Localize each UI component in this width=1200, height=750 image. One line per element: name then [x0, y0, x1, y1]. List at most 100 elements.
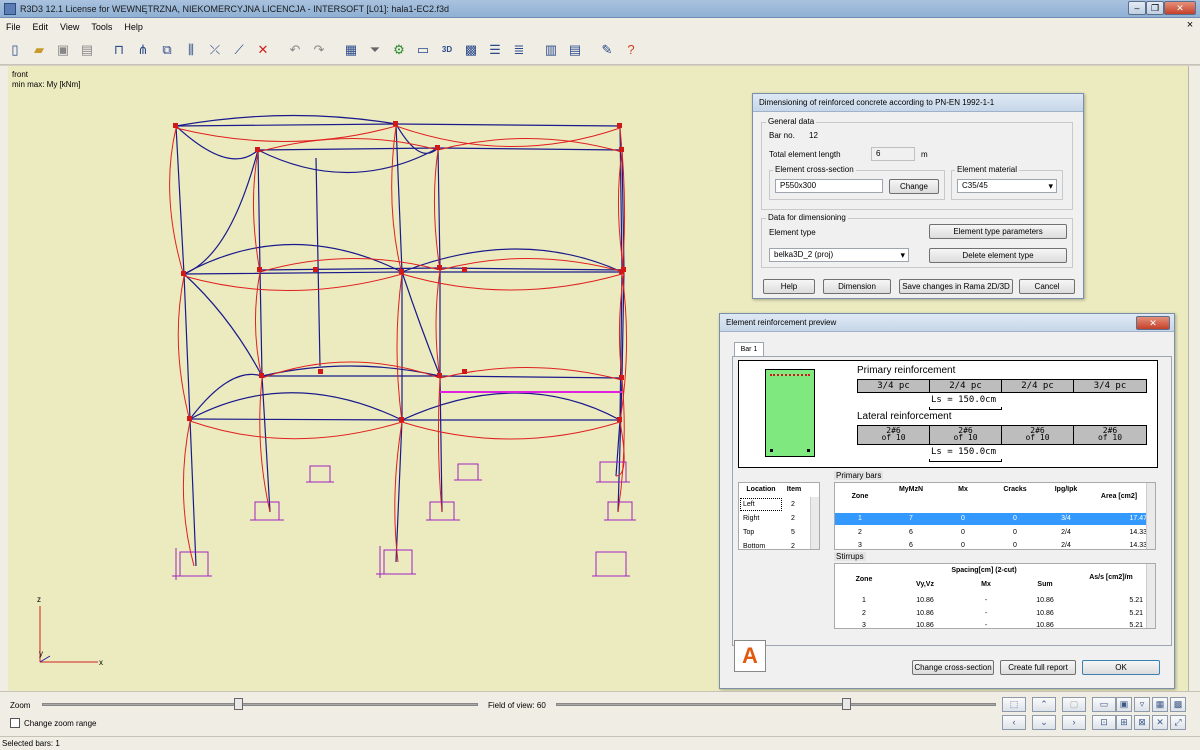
as-header: As/s [cm2]/m — [1089, 574, 1133, 581]
report-icon[interactable]: ▤ — [564, 39, 586, 61]
zoom-slider[interactable] — [42, 703, 478, 706]
stirrups-table[interactable]: Zone Spacing[cm] (2-cut) Vy,Vz Mx Sum As… — [834, 563, 1156, 629]
primary-scrollbar[interactable] — [1146, 483, 1155, 549]
element-type-select[interactable]: belka3D_2 (proj) — [769, 248, 909, 262]
table-row[interactable]: Top — [743, 529, 754, 536]
select-icon[interactable]: ⟋ — [228, 39, 250, 61]
3d-icon[interactable]: 3D — [436, 39, 458, 61]
save-icon[interactable]: ▣ — [52, 39, 74, 61]
delete-element-type-button[interactable]: Delete element type — [929, 248, 1067, 263]
maximize-button[interactable]: ❐ — [1146, 1, 1164, 15]
menu-tools[interactable]: Tools — [85, 22, 118, 32]
table-cell: 0 — [961, 542, 965, 549]
help-icon[interactable]: ? — [620, 39, 642, 61]
menu-view[interactable]: View — [54, 22, 85, 32]
calculate-icon[interactable]: ⚙ — [388, 39, 410, 61]
calculator-icon[interactable]: ▥ — [540, 39, 562, 61]
cross-section-label: Element cross-section — [773, 165, 856, 174]
rotate-up-icon[interactable]: ⌃ — [1032, 697, 1056, 712]
menu-file[interactable]: File — [0, 22, 27, 32]
table-cell: 5.21 — [1129, 622, 1143, 629]
dimension-button[interactable]: Dimension — [823, 279, 891, 294]
item-header: Item — [786, 486, 802, 493]
edit-bars-icon[interactable]: ⤫ — [204, 39, 226, 61]
element-type-parameters-button[interactable]: Element type parameters — [929, 224, 1067, 239]
change-cross-section-button[interactable]: Change cross-section — [912, 660, 994, 675]
table-cell: 10.86 — [1036, 597, 1054, 604]
reset-view-icon[interactable]: ⊡ — [1092, 715, 1116, 730]
settings-icon[interactable]: ✎ — [596, 39, 618, 61]
save-changes-button[interactable]: Save changes in Rama 2D/3D — [899, 279, 1013, 294]
view-1-icon[interactable]: ▣ — [1116, 697, 1132, 712]
preview-close-button[interactable]: ✕ — [1136, 316, 1170, 330]
location-scrollbar[interactable] — [810, 497, 819, 549]
copy-icon[interactable]: ⧉ — [156, 39, 178, 61]
create-report-button[interactable]: Create full report — [1000, 660, 1076, 675]
print-icon[interactable]: ▤ — [76, 39, 98, 61]
fov-slider[interactable] — [556, 703, 996, 706]
change-cross-section-button[interactable]: Change — [889, 179, 939, 194]
ok-button[interactable]: OK — [1082, 660, 1160, 675]
fov-label: Field of view: 60 — [488, 701, 546, 710]
view-5-icon[interactable]: ⊞ — [1116, 715, 1132, 730]
material-select[interactable]: C35/45 — [957, 179, 1057, 193]
view-2-icon[interactable]: ▿ — [1134, 697, 1150, 712]
zoom-range-checkbox[interactable] — [10, 718, 20, 728]
table-icon[interactable]: ▦ — [340, 39, 362, 61]
open-folder-icon[interactable]: ▰ — [28, 39, 50, 61]
stirrups-scrollbar[interactable] — [1146, 564, 1155, 628]
table-cell: 2/4 — [1061, 542, 1071, 549]
rotate-left-icon[interactable]: ‹ — [1002, 715, 1026, 730]
table-cell: 10.86 — [916, 597, 934, 604]
lap-length-2: Ls = 150.0cm — [931, 447, 997, 457]
view-8-icon[interactable]: ⤢ — [1170, 715, 1186, 730]
nodes-icon[interactable]: ⋔ — [132, 39, 154, 61]
menu-help[interactable]: Help — [118, 22, 149, 32]
rotate-down-icon[interactable]: ⌄ — [1032, 715, 1056, 730]
close-window-button[interactable]: ✕ — [1164, 1, 1196, 15]
delete-icon[interactable]: ✕ — [252, 39, 274, 61]
layers-icon[interactable]: ☰ — [484, 39, 506, 61]
monitor-icon[interactable]: ▭ — [1092, 697, 1116, 712]
vertical-scrollbar[interactable] — [1188, 66, 1200, 691]
table-cell: - — [984, 622, 988, 629]
length-field: 6 — [871, 147, 915, 161]
redo-icon[interactable]: ↷ — [308, 39, 330, 61]
tab-bar-1[interactable]: Bar 1 — [734, 342, 764, 356]
fov-slider-thumb[interactable] — [842, 698, 851, 710]
filter-icon[interactable]: ⏷ — [364, 39, 386, 61]
table-cell: 6 — [909, 529, 913, 536]
close-document-icon[interactable]: × — [1184, 20, 1196, 32]
view-6-icon[interactable]: ⊠ — [1134, 715, 1150, 730]
table-cell: 6 — [909, 542, 913, 549]
cancel-button[interactable]: Cancel — [1019, 279, 1075, 294]
results-icon[interactable]: ▭ — [412, 39, 434, 61]
zoom-slider-thumb[interactable] — [234, 698, 243, 710]
stack-icon[interactable]: ≣ — [508, 39, 530, 61]
cross-section-field[interactable]: P550x300 — [775, 179, 883, 193]
frame-icon[interactable]: ⊓ — [108, 39, 130, 61]
table-cell: 2 — [791, 501, 795, 508]
view-7-icon[interactable]: ✕ — [1152, 715, 1168, 730]
minimize-button[interactable]: – — [1128, 1, 1146, 15]
grid-icon[interactable]: ▩ — [460, 39, 482, 61]
view-cube-icon[interactable]: ⬚ — [1002, 697, 1026, 712]
rotate-right-icon[interactable]: › — [1062, 715, 1086, 730]
view-3-icon[interactable]: ▦ — [1152, 697, 1168, 712]
bars-icon[interactable]: ⫼ — [180, 39, 202, 61]
help-button[interactable]: Help — [763, 279, 815, 294]
location-table[interactable]: Location Item Left 2 Right 2 Top 5 Botto… — [738, 482, 820, 550]
primary-bars-table[interactable]: Zone MyMzN Mx Cracks Ipg/Ipk Area [cm2] … — [834, 482, 1156, 550]
structure-drawing[interactable]: z y x — [0, 66, 720, 691]
view-4-icon[interactable]: ▩ — [1170, 697, 1186, 712]
cracks-header: Cracks — [1003, 486, 1027, 493]
lock-icon[interactable]: ▢ — [1062, 697, 1086, 712]
table-row[interactable]: Bottom — [743, 543, 765, 550]
new-file-icon[interactable]: ▯ — [4, 39, 26, 61]
menu-edit[interactable]: Edit — [27, 22, 55, 32]
table-row[interactable]: Left — [743, 501, 755, 508]
undo-icon[interactable]: ↶ — [284, 39, 306, 61]
mymzn-header: MyMzN — [898, 486, 924, 493]
table-row[interactable]: Right — [743, 515, 759, 522]
table-cell: 2/4 — [1061, 529, 1071, 536]
